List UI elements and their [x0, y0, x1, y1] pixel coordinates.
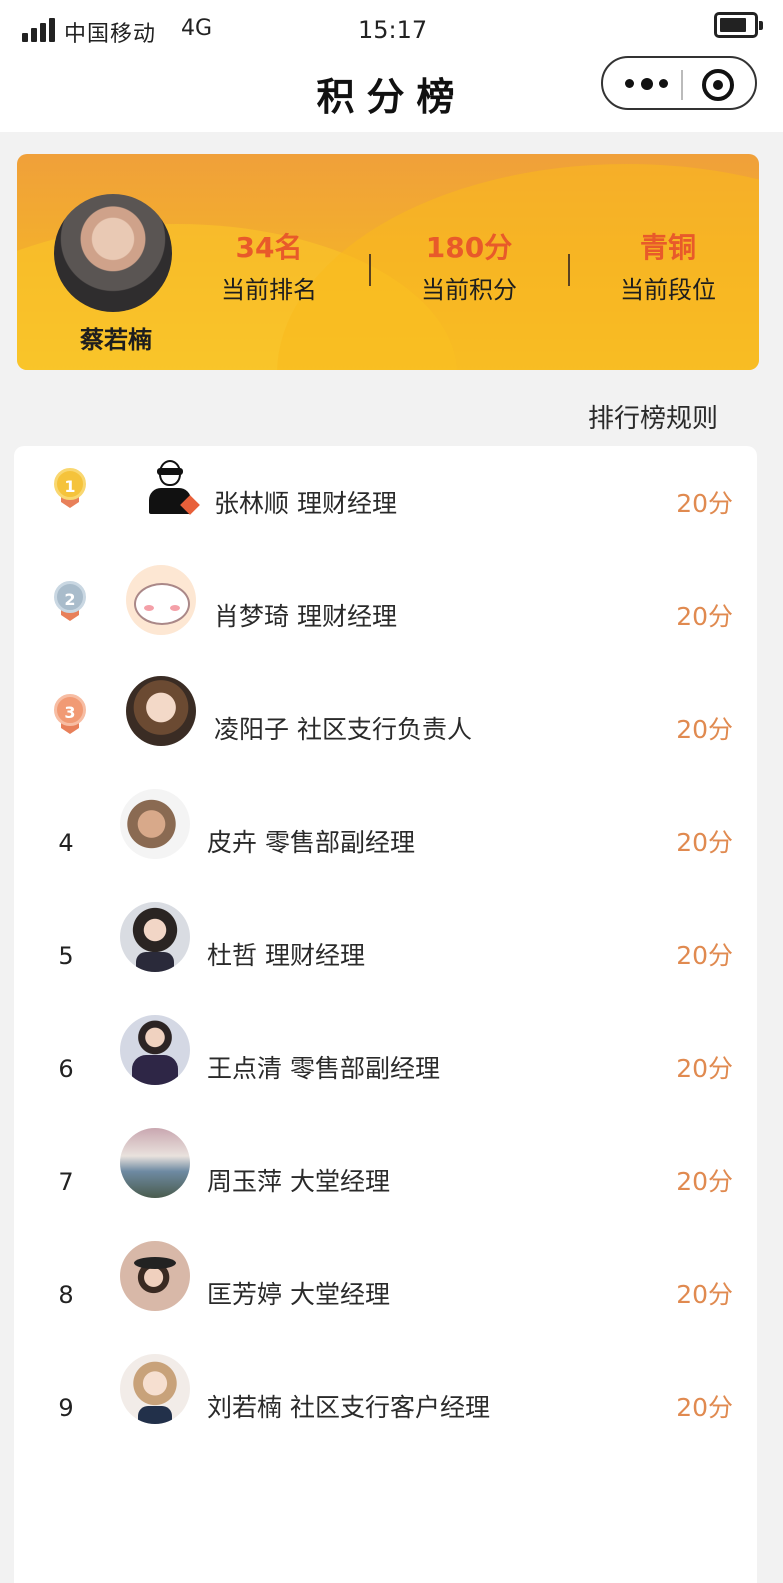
list-item[interactable]: 3 凌阳子 社区支行负责人 20分 — [14, 672, 757, 784]
stat-label: 当前段位 — [620, 276, 716, 304]
member-name: 肖梦琦 理财经理 — [214, 602, 397, 631]
avatar — [120, 1354, 190, 1424]
member-score: 20分 — [676, 828, 733, 857]
member-name: 凌阳子 社区支行负责人 — [214, 715, 472, 744]
list-item[interactable]: 2 肖梦琦 理财经理 20分 — [14, 559, 757, 671]
network-type: 4G — [181, 16, 213, 41]
gold-medal-icon: 1 — [54, 468, 86, 510]
member-name: 皮卉 零售部副经理 — [207, 828, 415, 857]
member-score: 20分 — [676, 1393, 733, 1422]
member-score: 20分 — [676, 941, 733, 970]
list-item[interactable]: 1 张林顺 理财经理 20分 — [14, 446, 757, 558]
list-item[interactable]: 5 杜哲 理财经理 20分 — [14, 898, 757, 1010]
leaderboard-rules-link[interactable]: 排行榜规则 — [588, 398, 718, 435]
top-bar: 中国移动 4G 15:17 积分榜 — [0, 0, 783, 132]
close-miniprogram-icon[interactable] — [702, 69, 734, 101]
list-item[interactable]: 8 匡芳婷 大堂经理 20分 — [14, 1237, 757, 1349]
bronze-medal-icon: 3 — [54, 694, 86, 736]
stat-tier: 青铜 当前段位 — [578, 228, 758, 310]
member-score: 20分 — [676, 489, 733, 518]
signal-icon — [22, 16, 58, 42]
avatar — [120, 1015, 190, 1085]
member-name: 匡芳婷 大堂经理 — [207, 1280, 390, 1309]
silver-medal-icon: 2 — [54, 581, 86, 623]
stat-label: 当前积分 — [421, 276, 517, 304]
avatar — [120, 1241, 190, 1311]
stat-divider — [568, 254, 570, 286]
stat-value: 180分 — [425, 231, 513, 264]
member-score: 20分 — [676, 1280, 733, 1309]
stat-value: 34名 — [235, 231, 303, 264]
member-score: 20分 — [676, 602, 733, 631]
status-time: 15:17 — [358, 16, 428, 44]
member-score: 20分 — [676, 1054, 733, 1083]
rank-number: 9 — [58, 1394, 74, 1422]
avatar — [120, 1128, 190, 1198]
member-name: 杜哲 理财经理 — [207, 941, 365, 970]
member-score: 20分 — [676, 715, 733, 744]
avatar — [54, 194, 172, 312]
avatar — [126, 676, 196, 746]
profile-card: 蔡若楠 34名 当前排名 180分 当前积分 青铜 当前段位 — [17, 154, 759, 370]
list-item[interactable]: 7 周玉萍 大堂经理 20分 — [14, 1124, 757, 1236]
member-score: 20分 — [676, 1167, 733, 1196]
member-name: 张林顺 理财经理 — [214, 489, 397, 518]
leaderboard-list: 1 张林顺 理财经理 20分 2 肖梦琦 理财经理 20分 3 凌阳子 社区支行… — [14, 446, 757, 1583]
avatar — [135, 452, 205, 522]
list-item[interactable]: 6 王点清 零售部副经理 20分 — [14, 1011, 757, 1123]
rank-number: 4 — [58, 829, 74, 857]
rank-number: 7 — [58, 1168, 74, 1196]
rank-number: 5 — [58, 942, 74, 970]
carrier-name: 中国移动 — [64, 22, 157, 47]
capsule-divider — [681, 70, 683, 100]
member-name: 周玉萍 大堂经理 — [207, 1167, 390, 1196]
avatar — [120, 789, 190, 859]
stat-label: 当前排名 — [221, 276, 317, 304]
battery-icon — [714, 12, 763, 38]
avatar — [120, 902, 190, 972]
list-item[interactable]: 4 皮卉 零售部副经理 20分 — [14, 785, 757, 897]
avatar — [126, 565, 196, 635]
stat-value: 青铜 — [639, 231, 696, 264]
rank-number: 8 — [58, 1281, 74, 1309]
stat-points: 180分 当前积分 — [379, 228, 559, 310]
rank-number: 6 — [58, 1055, 74, 1083]
member-name: 王点清 零售部副经理 — [207, 1054, 440, 1083]
stat-rank: 34名 当前排名 — [179, 228, 359, 310]
miniprogram-capsule — [601, 56, 757, 110]
more-icon[interactable] — [625, 75, 669, 93]
profile-name: 蔡若楠 — [80, 326, 152, 354]
stat-divider — [369, 254, 371, 286]
member-name: 刘若楠 社区支行客户经理 — [207, 1393, 490, 1422]
list-item[interactable]: 9 刘若楠 社区支行客户经理 20分 — [14, 1350, 757, 1462]
